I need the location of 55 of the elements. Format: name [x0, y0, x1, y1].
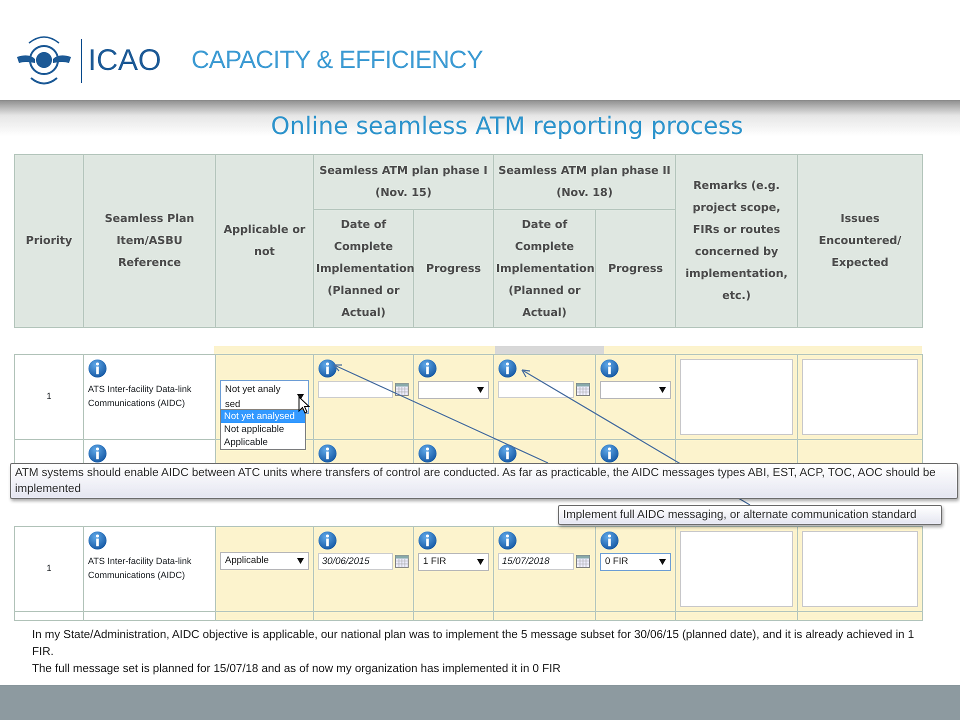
column-header: Priority: [14, 154, 84, 328]
column-header: Date of Complete Implementation (Planned or Actual): [314, 210, 414, 328]
info-icon[interactable]: [498, 531, 517, 550]
column-header: Seamless Plan Item/ASBU Reference: [84, 154, 216, 328]
column-header: Seamless ATM plan phase II (Nov. 18): [494, 154, 676, 210]
calendar-icon[interactable]: [576, 555, 590, 568]
calendar-icon[interactable]: [395, 555, 409, 568]
caret-icon: [477, 559, 484, 566]
dropdown-option[interactable]: Applicable: [221, 436, 305, 449]
info-icon[interactable]: [318, 444, 337, 463]
caret-icon: [659, 387, 666, 393]
note-text: The full message set is planned for 15/07/18 and as of now my organization has implemented it in 0 FIR: [32, 662, 562, 677]
date-field[interactable]: [318, 381, 394, 398]
info-icon[interactable]: [600, 444, 619, 463]
info-icon[interactable]: [498, 444, 517, 463]
info-icon[interactable]: [600, 359, 619, 378]
column-header: Progress: [414, 210, 494, 328]
column-header: Issues Encountered/ Expected: [798, 154, 923, 328]
calendar-icon[interactable]: [576, 383, 590, 396]
info-icon[interactable]: [418, 531, 437, 550]
priority-value: 1: [46, 563, 52, 574]
info-icon[interactable]: [418, 359, 437, 378]
calendar-icon[interactable]: [395, 383, 409, 396]
date-field[interactable]: 30/06/2015: [318, 553, 394, 570]
slide-title: Online seamless ATM reporting process: [270, 112, 744, 140]
info-icon[interactable]: [88, 359, 107, 378]
theme-title: CAPACITY & EFFICIENCY: [191, 45, 483, 76]
info-icon[interactable]: [318, 359, 337, 378]
tooltip: Implement full AIDC messaging, or alternate communication standard: [558, 505, 942, 525]
tooltip: ATM systems should enable AIDC between ATC units where transfers of control are conducted. As far as practicable, the AIDC messages types ABI, EST, ACP, TOC, AOC should be implemented: [10, 463, 958, 499]
info-icon[interactable]: [418, 444, 437, 463]
dropdown[interactable]: Applicable: [220, 552, 309, 570]
caret-icon: [659, 559, 666, 566]
note-text: In my State/Administration, AIDC objective is applicable, our national plan was to implement the 5 message subset for 30/06/15 (planned date), and it is already achieved in 1 FIR.: [32, 628, 916, 660]
column-header: Applicable or not: [216, 154, 314, 328]
info-icon[interactable]: [600, 531, 619, 550]
info-icon[interactable]: [318, 531, 337, 550]
dropdown[interactable]: 1 FIR: [418, 553, 489, 572]
info-icon[interactable]: [88, 531, 107, 550]
dropdown[interactable]: 0 FIR: [600, 553, 671, 572]
info-icon[interactable]: [498, 359, 517, 378]
column-header: Progress: [596, 210, 676, 328]
date-field[interactable]: [498, 381, 574, 398]
column-header: Seamless ATM plan phase I (Nov. 15): [314, 154, 494, 210]
plan-item-text: ATS Inter-facility Data-link Communications (AIDC): [88, 555, 192, 582]
column-header: Remarks (e.g. project scope, FIRs or routes concerned by implementation, etc.): [676, 154, 798, 328]
organization-name: ICAO: [81, 39, 162, 83]
date-field[interactable]: 15/07/2018: [498, 553, 574, 570]
info-icon[interactable]: [88, 444, 107, 463]
dropdown-option[interactable]: Not applicable: [221, 423, 305, 436]
plan-item-text: ATS Inter-facility Data-link Communications (AIDC): [88, 383, 192, 410]
caret-icon: [297, 558, 304, 564]
column-header: Date of Complete Implementation (Planned or Actual): [494, 210, 596, 328]
priority-value: 1: [46, 391, 52, 402]
caret-icon: [477, 387, 484, 393]
